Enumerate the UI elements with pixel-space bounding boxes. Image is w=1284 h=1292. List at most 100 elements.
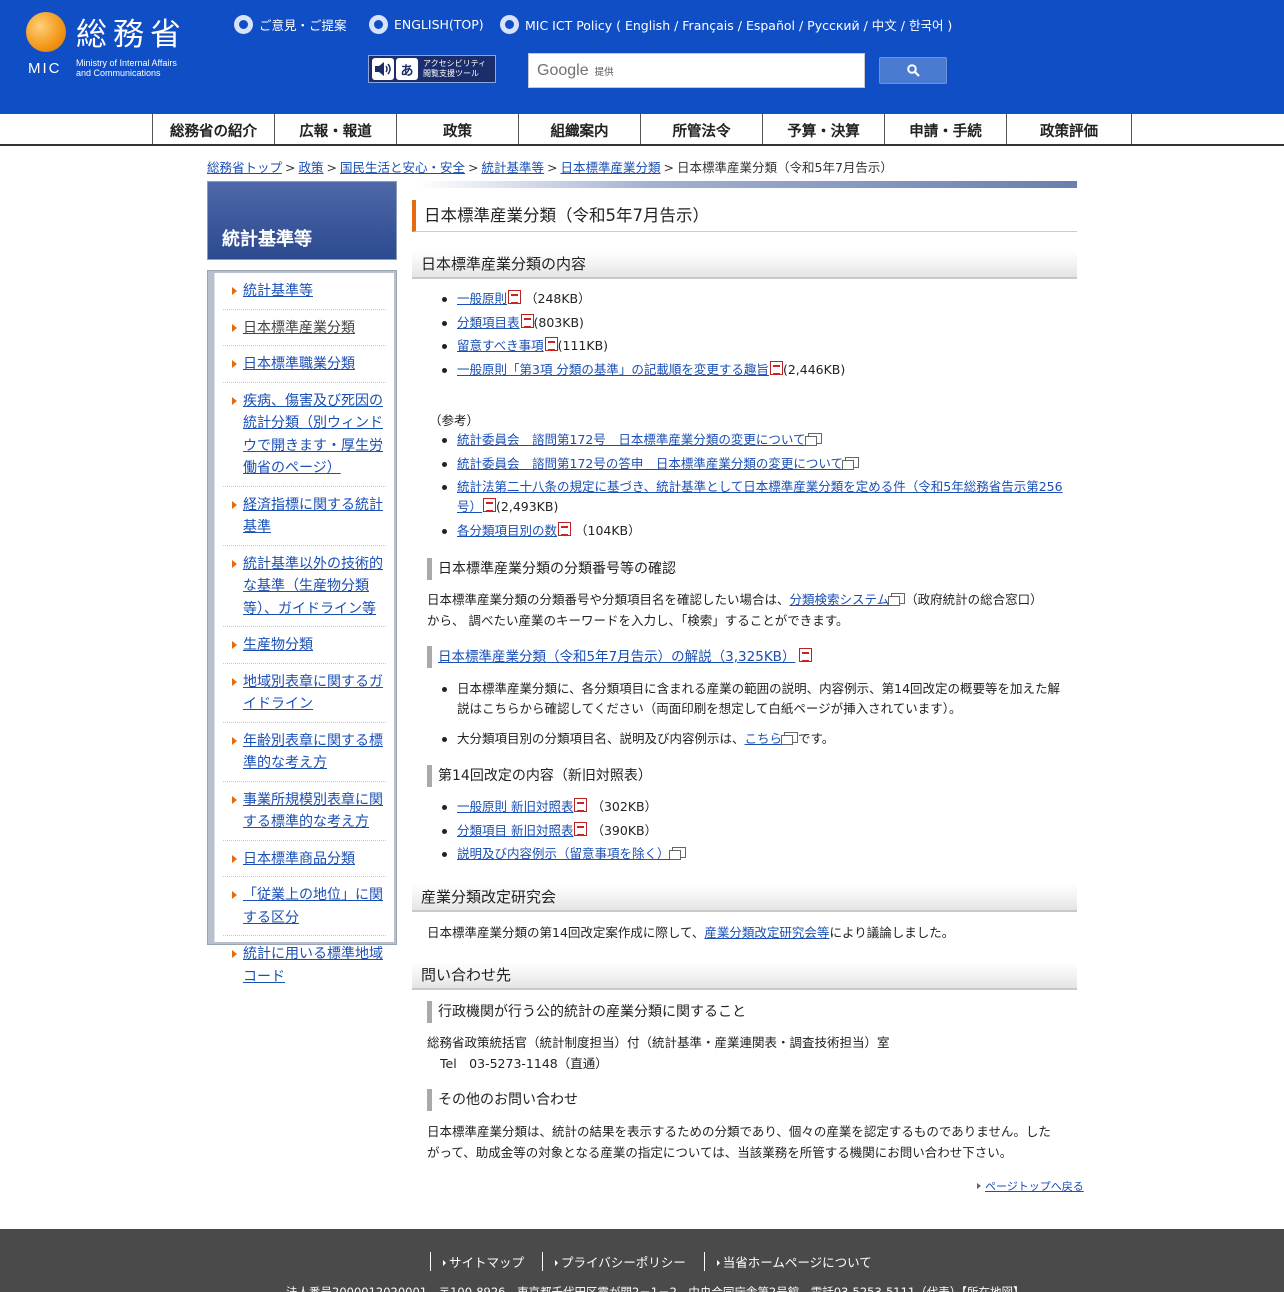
sidebar-item-label[interactable]: 疾病、傷害及び死因の統計分類（別ウィンドウで開きます・厚生労働省のページ） [243, 393, 383, 477]
nav-applications[interactable]: 申請・手続 [885, 114, 1007, 144]
pdf-icon [544, 337, 558, 351]
reference-link[interactable]: 統計委員会 諮問第172号 日本標準産業分類の変更について [457, 432, 806, 447]
breadcrumb: 総務省トップ > 政策 > 国民生活と安心・安全 > 統計基準等 > 日本標準産業分類 > 日本標準… [207, 160, 893, 175]
nav-policy[interactable]: 政策 [397, 114, 519, 144]
sidebar-item-label[interactable]: 統計基準等 [243, 283, 313, 299]
sidebar-item[interactable]: 統計基準等 [223, 273, 386, 310]
radio-bullet-icon [234, 14, 253, 34]
file-size: (803KB) [533, 314, 584, 330]
breadcrumb-link[interactable]: 統計基準等 [482, 160, 545, 175]
sidebar-item-label[interactable]: 「従業上の地位」に関する区分 [243, 887, 383, 926]
logo-emblem-icon [26, 12, 66, 52]
sidebar-item[interactable]: 事業所規模別表章に関する標準的な考え方 [223, 782, 386, 841]
speaker-icon [372, 58, 394, 80]
breadcrumb-link[interactable]: 政策 [299, 160, 324, 175]
list-item: 分類項目 新旧対照表 （390KB） [442, 821, 686, 841]
nav-press[interactable]: 広報・報道 [275, 114, 397, 144]
file-link[interactable]: 分類項目表 [457, 315, 520, 330]
sidebar-item[interactable]: 統計に用いる標準地域コード [223, 936, 386, 994]
site-header: 総務省 MIC Ministry of Internal Affairs and… [0, 0, 1284, 114]
sidebar-item-label[interactable]: 生産物分類 [243, 637, 313, 653]
nav-evaluation[interactable]: 政策評価 [1007, 114, 1132, 144]
sidebar-item[interactable]: 「従業上の地位」に関する区分 [223, 877, 386, 936]
reference-link[interactable]: 各分類項目別の数 [457, 523, 557, 538]
sidebar-item-label[interactable]: 日本標準職業分類 [243, 356, 355, 372]
accessibility-tool-button[interactable]: あ アクセシビリティ 閲覧支援ツール [368, 55, 496, 83]
classification-search-link[interactable]: 分類検索システム [790, 592, 890, 607]
sidebar-item-label[interactable]: 地域別表章に関するガイドライン [243, 674, 383, 713]
footer-link-about-site[interactable]: 当省ホームページについて [703, 1252, 884, 1271]
pdf-icon [574, 798, 588, 812]
search-button[interactable] [879, 57, 947, 84]
file-link[interactable]: 一般原則 [457, 291, 507, 306]
sidebar-item[interactable]: 統計基準以外の技術的な基準（生産物分類等）、ガイドライン等 [223, 546, 386, 627]
sidebar-header: 統計基準等 [207, 181, 397, 260]
list-item: 分類項目表 (803KB) [441, 313, 845, 333]
sidebar-item[interactable]: 経済指標に関する統計基準 [223, 487, 386, 546]
global-nav: 総務省の紹介 広報・報道 政策 組織案内 所管法令 予算・決算 申請・手続 政策… [0, 114, 1284, 146]
sidebar-item-label[interactable]: 年齢別表章に関する標準的な考え方 [243, 733, 383, 772]
file-link[interactable]: 留意すべき事項 [457, 338, 544, 353]
study-group-link[interactable]: 産業分類改定研究会等 [704, 925, 829, 940]
sidebar-item[interactable]: 地域別表章に関するガイドライン [223, 664, 386, 723]
top-link-english[interactable]: ENGLISH(TOP) [369, 14, 484, 34]
reference-link[interactable]: 統計委員会 諮問第172号の答申 日本標準産業分類の変更について [457, 456, 843, 471]
top-link-label: MIC ICT Policy ( English / Français / Es… [525, 17, 953, 33]
radio-bullet-icon [500, 14, 519, 34]
decorative-gradient-bar [418, 181, 1077, 188]
file-size: （390KB） [591, 822, 658, 838]
revision-link[interactable]: 一般原則 新旧対照表 [457, 799, 573, 814]
top-link-feedback[interactable]: ご意見・ご提案 [234, 14, 347, 34]
sidebar-item-label[interactable]: 日本標準産業分類 [243, 320, 355, 336]
nav-laws[interactable]: 所管法令 [641, 114, 763, 144]
file-link[interactable]: 一般原則「第3項 分類の基準」の記載順を変更する趣旨 [457, 362, 769, 377]
page-top-link[interactable]: ページトップへ戻る [977, 1178, 1084, 1194]
sidebar-item[interactable]: 日本標準商品分類 [223, 841, 386, 877]
nav-organization[interactable]: 組織案内 [519, 114, 641, 144]
top-link-ict-policy[interactable]: MIC ICT Policy ( English / Français / Es… [500, 14, 952, 34]
breadcrumb-link[interactable]: 国民生活と安心・安全 [340, 160, 465, 175]
sidebar-item-label[interactable]: 統計に用いる標準地域コード [243, 946, 383, 985]
breadcrumb-link[interactable]: 総務省トップ [207, 160, 282, 175]
sidebar-item[interactable]: 年齢別表章に関する標準的な考え方 [223, 723, 386, 782]
text-part: 日本標準産業分類の分類番号や分類項目名を確認したい場合は、 [427, 592, 790, 607]
sidebar-item-label[interactable]: 経済指標に関する統計基準 [243, 497, 383, 536]
commentary-list: 日本標準産業分類に、各分類項目に含まれる産業の範囲の説明、内容例示、第14回改定… [442, 679, 1067, 753]
file-size: （104KB） [575, 522, 641, 538]
search-input[interactable]: Google 提供 [528, 53, 865, 88]
revision-link[interactable]: 説明及び内容例示（留意事項を除く） [457, 846, 670, 861]
sidebar-item-label[interactable]: 日本標準商品分類 [243, 851, 355, 867]
accessibility-label-1: アクセシビリティ [423, 59, 487, 68]
hiragana-a-icon: あ [396, 58, 418, 80]
list-item: 統計委員会 諮問第172号 日本標準産業分類の変更について [442, 430, 1067, 450]
sidebar-item-label[interactable]: 統計基準以外の技術的な基準（生産物分類等）、ガイドライン等 [243, 556, 383, 617]
external-window-icon [842, 456, 859, 470]
section-heading-study-group: 産業分類改定研究会 [412, 884, 1077, 912]
page-top-label[interactable]: ページトップへ戻る [985, 1180, 1084, 1193]
sidebar-item[interactable]: 生産物分類 [223, 627, 386, 664]
radio-bullet-icon [369, 14, 388, 34]
search-icon [906, 64, 920, 77]
mic-logo[interactable]: 総務省 MIC Ministry of Internal Affairs and… [26, 12, 216, 82]
logo-english-line-2: and Communications [76, 68, 161, 78]
breadcrumb-current: 日本標準産業分類（令和5年7月告示） [677, 160, 893, 175]
contact-tel: Tel 03-5273-1148（直通） [440, 1056, 608, 1071]
contact-office: 総務省政策統括官（統計制度担当）付（統計基準・産業連関表・調査技術担当）室 [427, 1035, 890, 1050]
sidebar-item-current[interactable]: 日本標準産業分類 [223, 310, 386, 346]
subheading-public-statistics: 行政機関が行う公的統計の産業分類に関すること [427, 1001, 746, 1023]
footer-link-privacy[interactable]: プライバシーポリシー [542, 1252, 698, 1271]
commentary-text: 日本標準産業分類に、各分類項目に含まれる産業の範囲の説明、内容例示、第14回改定… [457, 681, 1061, 716]
commentary-link[interactable]: 日本標準産業分類（令和5年7月告示）の解説（3,325KB） [438, 649, 795, 665]
nav-about[interactable]: 総務省の紹介 [153, 114, 275, 144]
sidebar-item[interactable]: 日本標準職業分類 [223, 346, 386, 383]
pdf-icon [520, 313, 534, 328]
nav-budget[interactable]: 予算・決算 [763, 114, 885, 144]
sidebar-item[interactable]: 疾病、傷害及び死因の統計分類（別ウィンドウで開きます・厚生労働省のページ） [223, 383, 386, 487]
list-item: 一般原則「第3項 分類の基準」の記載順を変更する趣旨 (2,446KB) [441, 360, 845, 380]
sidebar-item-label[interactable]: 事業所規模別表章に関する標準的な考え方 [243, 792, 383, 831]
revision-link[interactable]: 分類項目 新旧対照表 [457, 823, 573, 838]
breadcrumb-link[interactable]: 日本標準産業分類 [561, 160, 661, 175]
here-link[interactable]: こちら [745, 731, 783, 746]
reference-list: 統計委員会 諮問第172号 日本標準産業分類の変更について 統計委員会 諮問第1… [442, 430, 1067, 544]
footer-link-sitemap[interactable]: サイトマップ [430, 1252, 536, 1271]
